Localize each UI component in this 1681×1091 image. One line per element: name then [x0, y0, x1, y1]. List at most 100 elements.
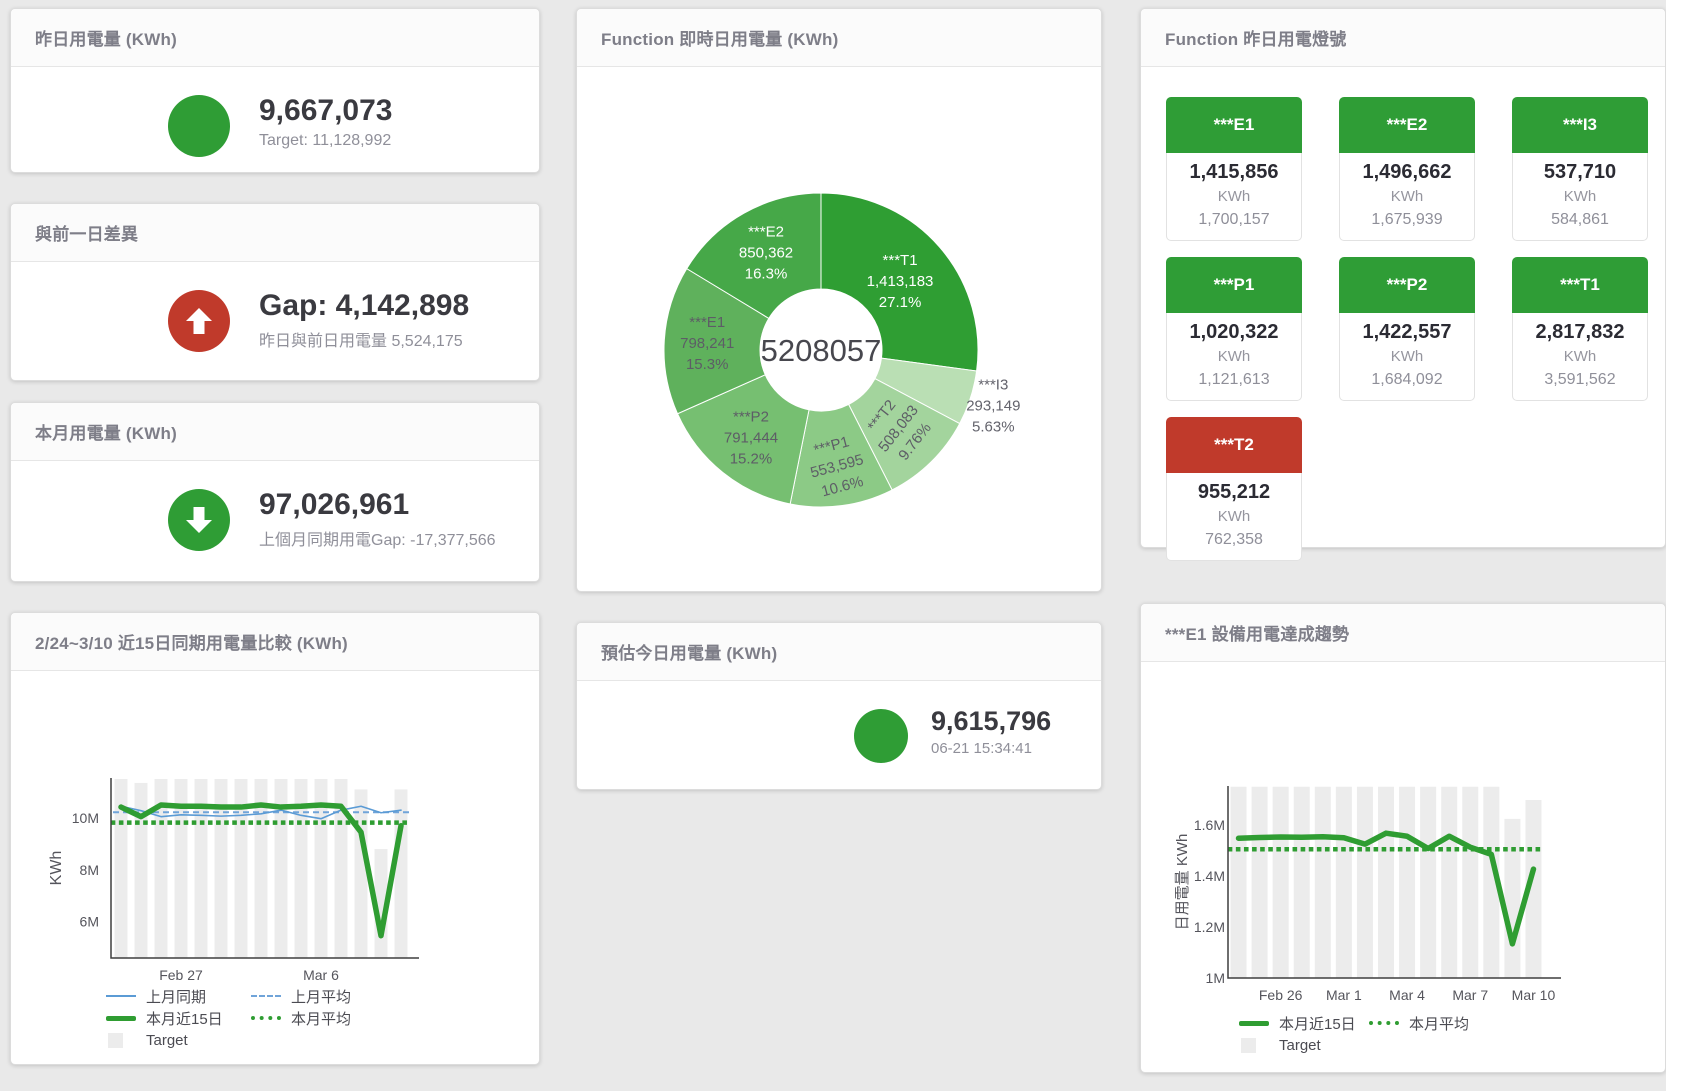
tile-body: 1,415,856KWh1,700,157 — [1166, 153, 1302, 241]
page-right-margin — [1666, 0, 1681, 1091]
arrow-up-circle-icon — [168, 290, 230, 352]
tile-body: 2,817,832KWh3,591,562 — [1512, 313, 1648, 401]
target-bar — [1462, 787, 1478, 978]
x-tick-label: Feb 26 — [1259, 987, 1303, 1003]
donut-chart-svg[interactable]: ***T11,413,18327.1%***I3293,1495.63%***T… — [577, 9, 1103, 593]
status-tile-grid: ***E11,415,856KWh1,700,157***E21,496,662… — [1166, 97, 1648, 561]
status-tile-I3[interactable]: ***I3537,710KWh584,861 — [1512, 97, 1648, 241]
stat-sub-label: 昨日與前日用電量 5,524,175 — [259, 327, 469, 351]
tile-body: 1,020,322KWh1,121,613 — [1166, 313, 1302, 401]
x-tick-label: Mar 10 — [1512, 987, 1556, 1003]
card-month-usage: 本月用電量 (KWh) 97,026,961 上個月同期用電Gap: -17,3… — [10, 402, 540, 582]
status-tile-T2[interactable]: ***T2955,212KWh762,358 — [1166, 417, 1302, 561]
tile-body: 1,422,557KWh1,684,092 — [1339, 313, 1475, 401]
tile-name: ***E2 — [1339, 97, 1475, 153]
card-e1-trend-chart: ***E1 設備用電達成趨勢 1M1.2M1.4M1.6MFeb 26Mar 1… — [1140, 603, 1666, 1073]
y-tick-label: 10M — [72, 810, 99, 826]
legend-label: 上月同期 — [146, 986, 206, 1007]
tile-unit: KWh — [1167, 345, 1301, 368]
tile-unit: KWh — [1167, 505, 1301, 528]
card-header: 昨日用電量 (KWh) — [11, 9, 539, 67]
legend-item[interactable]: 上月平均 — [251, 985, 351, 1007]
target-bar — [1441, 787, 1457, 978]
tile-body: 955,212KWh762,358 — [1166, 473, 1302, 561]
panel-title: 昨日用電量 (KWh) — [35, 25, 177, 50]
status-circle-icon — [854, 709, 908, 763]
target-bar — [1504, 819, 1520, 978]
legend-label: 本月近15日 — [146, 1008, 223, 1029]
legend-item[interactable]: 本月平均 — [251, 1007, 351, 1029]
tile-unit: KWh — [1167, 185, 1301, 208]
card-15day-comparison-chart: 2/24~3/10 近15日同期用電量比較 (KWh) 6M8M10MFeb 2… — [10, 612, 540, 1065]
status-tile-E1[interactable]: ***E11,415,856KWh1,700,157 — [1166, 97, 1302, 241]
card-status-lights: Function 昨日用電燈號 ***E11,415,856KWh1,700,1… — [1140, 8, 1666, 548]
legend-item[interactable]: Target — [1239, 1034, 1369, 1056]
legend-swatch-line-blue — [106, 995, 136, 997]
tile-body: 1,496,662KWh1,675,939 — [1339, 153, 1475, 241]
status-tile-P1[interactable]: ***P11,020,322KWh1,121,613 — [1166, 257, 1302, 401]
legend-item[interactable]: 本月平均 — [1369, 1012, 1469, 1034]
card-yesterday-usage: 昨日用電量 (KWh) 9,667,073 Target: 11,128,992 — [10, 8, 540, 173]
tile-name: ***P1 — [1166, 257, 1302, 313]
arrow-down-icon — [181, 502, 217, 538]
tile-value: 955,212 — [1167, 480, 1301, 505]
legend-item[interactable]: 本月近15日 — [1239, 1012, 1369, 1034]
stat-sub-label: Target: 11,128,992 — [259, 132, 392, 150]
x-tick-label: Feb 27 — [159, 967, 203, 983]
panel-title: 本月用電量 (KWh) — [35, 419, 177, 444]
status-tile-P2[interactable]: ***P21,422,557KWh1,684,092 — [1339, 257, 1475, 401]
stat-sub-label: 上個月同期用電Gap: -17,377,566 — [259, 526, 496, 550]
stat-value: 9,615,796 — [931, 707, 1051, 736]
status-tile-T1[interactable]: ***T12,817,832KWh3,591,562 — [1512, 257, 1648, 401]
legend-item[interactable]: 上月同期 — [106, 985, 251, 1007]
arrow-up-icon — [181, 303, 217, 339]
tile-name: ***T2 — [1166, 417, 1302, 473]
tile-name: ***P2 — [1339, 257, 1475, 313]
y-tick-label: 1.6M — [1194, 817, 1225, 833]
card-header: 預估今日用電量 (KWh) — [577, 623, 1101, 681]
tile-unit: KWh — [1340, 345, 1474, 368]
tile-value: 1,020,322 — [1167, 320, 1301, 345]
status-tile-E2[interactable]: ***E21,496,662KWh1,675,939 — [1339, 97, 1475, 241]
target-bar — [1378, 787, 1394, 978]
tile-secondary-value: 1,675,939 — [1340, 208, 1474, 231]
legend-label: 本月平均 — [291, 1008, 351, 1029]
card-header: Function 昨日用電燈號 — [1141, 9, 1665, 67]
target-bar — [1252, 787, 1268, 978]
stat-value: Gap: 4,142,898 — [259, 290, 469, 322]
tile-body: 537,710KWh584,861 — [1512, 153, 1648, 241]
tile-unit: KWh — [1513, 345, 1647, 368]
status-circle-icon — [168, 95, 230, 157]
arrow-down-circle-icon — [168, 489, 230, 551]
x-tick-label: Mar 6 — [303, 967, 339, 983]
legend-item[interactable]: 本月近15日 — [106, 1007, 251, 1029]
tile-value: 1,496,662 — [1340, 160, 1474, 185]
legend-label: 本月近15日 — [1279, 1013, 1356, 1034]
tile-value: 2,817,832 — [1513, 320, 1647, 345]
target-bar — [355, 789, 368, 958]
target-bar — [1399, 787, 1415, 978]
legend-swatch-line-green — [106, 1016, 136, 1021]
tile-unit: KWh — [1513, 185, 1647, 208]
target-bar — [395, 789, 408, 958]
stat-value: 9,667,073 — [259, 95, 392, 127]
legend-label: Target — [1279, 1037, 1321, 1054]
stat-timestamp: 06-21 15:34:41 — [931, 740, 1051, 757]
card-gap-previous-day: 與前一日差異 Gap: 4,142,898 昨日與前日用電量 5,524,175 — [10, 203, 540, 381]
panel-title: 與前一日差異 — [35, 220, 138, 245]
legend-item[interactable]: Target — [106, 1029, 251, 1051]
card-header: 與前一日差異 — [11, 204, 539, 262]
legend-label: 本月平均 — [1409, 1013, 1469, 1034]
tile-secondary-value: 762,358 — [1167, 528, 1301, 551]
card-header: 本月用電量 (KWh) — [11, 403, 539, 461]
e1-trend-chart-svg[interactable]: 1M1.2M1.4M1.6MFeb 26Mar 1Mar 4Mar 7Mar 1… — [1141, 604, 1667, 1074]
chart-legend: 上月同期 上月平均本月近15日 本月平均 Target — [106, 985, 351, 1051]
tile-unit: KWh — [1340, 185, 1474, 208]
y-axis-label: KWh — [48, 851, 65, 886]
legend-swatch-dot-green — [251, 1016, 281, 1020]
y-axis-label: 日用電量 KWh — [1174, 834, 1191, 931]
panel-title: Function 昨日用電燈號 — [1165, 25, 1346, 50]
card-estimate-today: 預估今日用電量 (KWh) 9,615,796 06-21 15:34:41 — [576, 622, 1102, 790]
x-tick-label: Mar 7 — [1452, 987, 1488, 1003]
tile-value: 1,422,557 — [1340, 320, 1474, 345]
